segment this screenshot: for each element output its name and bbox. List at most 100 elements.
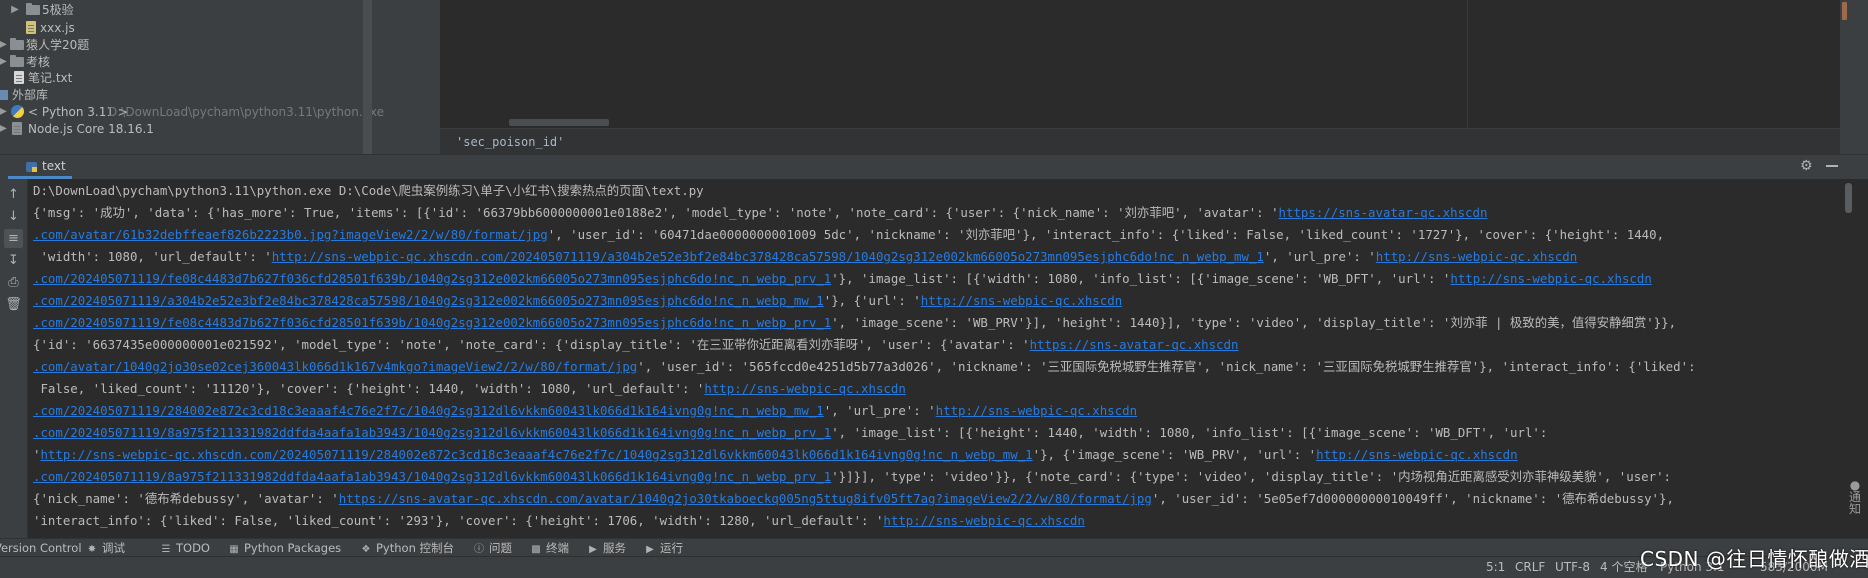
console-text: ', 'image_scene': 'WB_PRV'}], 'height': … [831,315,1677,330]
console-link[interactable]: .com/avatar/1040g2jo30se02cej360043lk066… [33,359,637,374]
tab-run-text[interactable]: text [8,155,72,179]
console-line: .com/avatar/61b32debffeaef826b2223b0.jpg… [33,225,1664,245]
folder-icon [26,3,40,15]
tab-problems[interactable]: ⓘ 问题 [473,540,512,556]
trash-icon[interactable]: 🗑 [4,295,23,314]
console-link[interactable]: https://sns-avatar-qc.xhscdn [1030,337,1239,352]
editor-breadcrumb[interactable]: 'sec_poison_id' [440,128,1868,155]
console-text: ', 'image_list': [{'height': 1440, 'widt… [831,425,1548,440]
console-link[interactable]: http://sns-webpic-qc.xhscdn [936,403,1137,418]
console-line: .com/202405071119/a304b2e52e3bf2e84bc378… [33,291,1122,311]
text-file-icon [14,71,24,84]
tab-label: 终端 [546,541,569,555]
console-link[interactable]: http://sns-webpic-qc.xhscdn [1376,249,1577,264]
file-encoding[interactable]: UTF-8 [1555,559,1590,576]
editor-horizontal-scrollbar[interactable] [509,119,609,126]
console-text: ', 'user_id': '565fccd0e4251d5b77a3d026'… [637,359,1696,374]
tab-terminal[interactable]: ▩ 终端 [530,540,569,556]
console-link[interactable]: http://sns-webpic-qc.xhscdn.com/20240507… [40,447,1032,462]
print-icon[interactable]: ⎙ [4,273,23,292]
tab-label: text [42,159,66,173]
console-link[interactable]: .com/202405071119/8a975f211331982ddfda4a… [33,469,831,484]
tree-item-label: 5极验 [42,3,74,17]
console-scrollbar[interactable]: ● 通知 [1840,179,1868,538]
console-link[interactable]: .com/202405071119/8a975f211331982ddfda4a… [33,425,831,440]
project-tree-panel: ▶ 5极验 xxx.js ▶ 猿人学20题 ▶ 考核 笔记.txt 外部库 ▶ … [0,0,440,154]
tab-run[interactable]: ▶ 运行 [644,540,683,556]
soft-wrap-icon[interactable]: ≡ [4,229,23,248]
console-line: {'msg': '成功', 'data': {'has_more': True,… [33,203,1487,223]
console-link[interactable]: http://sns-webpic-qc.xhscdn [704,381,905,396]
tab-label: Python 控制台 [376,541,455,555]
tab-python-packages[interactable]: ▦ Python Packages [228,540,341,556]
console-text: ', 'user_id': '5e05ef7d00000000010049ff'… [1151,491,1674,506]
console-link[interactable]: http://sns-webpic-qc.xhscdn [1316,447,1517,462]
console-line: {'nick_name': '德布希debussy', 'avatar': 'h… [33,489,1674,509]
line-ending[interactable]: CRLF [1515,559,1545,576]
console-text: {'nick_name': '德布希debussy', 'avatar': ' [33,491,339,506]
console-text: ', 'user_id': '60471dae0000000001009 5dc… [547,227,1665,242]
library-icon [0,90,8,100]
tree-item-5jiyan[interactable]: ▶ 5极验 [0,0,360,20]
nodejs-icon [12,122,22,135]
tab-label: 运行 [660,541,683,555]
console-line: 'width': 1080, 'url_default': 'http://sn… [33,247,1577,267]
tab-services[interactable]: ▶ 服务 [587,540,626,556]
console-link[interactable]: .com/202405071119/fe08c4483d7b627f036cfd… [33,271,831,286]
scroll-to-end-icon[interactable]: ↧ [4,251,23,270]
minimize-icon[interactable] [1826,165,1838,167]
tree-scrollbar[interactable] [363,0,372,154]
error-stripe-marker[interactable] [1842,2,1847,20]
console-text: D:\DownLoad\pycham\python3.11\python.exe… [33,183,704,198]
run-toolbar: ↑ ↓ ≡ ↧ ⎙ 🗑 [0,179,28,538]
csdn-watermark: CSDN @往日情怀酿做酒 [1640,547,1868,571]
console-line: {'id': '6637435e000000001e021592', 'mode… [33,335,1238,355]
tree-item-nodejs-core[interactable]: ▶ Node.js Core 18.16.1 [0,119,360,139]
console-link[interactable]: https://sns-avatar-qc.xhscdn.com/avatar/… [339,491,1152,506]
console-text: 'interact_info': {'liked': False, 'liked… [33,513,884,528]
console-link[interactable]: https://sns-avatar-qc.xhscdn [1279,205,1488,220]
chevron-right-icon[interactable]: ▶ [10,0,20,20]
console-line: .com/202405071119/fe08c4483d7b627f036cfd… [33,269,1652,289]
tab-todo[interactable]: ☰ TODO [160,540,210,556]
console-line: .com/avatar/1040g2jo30se02cej360043lk066… [33,357,1696,377]
console-text: {'id': '6637435e000000001e021592', 'mode… [33,337,1030,352]
breadcrumb-item[interactable]: 'sec_poison_id' [456,129,564,155]
gear-icon[interactable]: ⚙ [1800,158,1813,174]
console-text: '}]}], 'type': 'video'}}, {'note_card': … [831,469,1671,484]
run-window-header: text ⚙ [0,154,1868,180]
console-text: '}, {'image_scene': 'WB_PRV', 'url': ' [1032,447,1317,462]
right-tool-strip [1840,0,1868,154]
tab-python-console[interactable]: ❖ Python 控制台 [360,540,455,556]
chevron-right-icon[interactable]: ▶ [0,119,8,139]
up-arrow-icon[interactable]: ↑ [4,185,23,204]
python-file-icon [26,162,37,172]
down-arrow-icon[interactable]: ↓ [4,207,23,226]
tab-debug[interactable]: ✸ 调试 [86,540,125,556]
console-link[interactable]: http://sns-webpic-qc.xhscdn.com/20240507… [272,249,1264,264]
console-line: False, 'liked_count': '11120'}, 'cover':… [33,379,905,399]
folder-icon [10,55,24,67]
console-line: 'interact_info': {'liked': False, 'liked… [33,511,1085,531]
console-text: ', 'url_pre': ' [823,403,936,418]
tab-label: Version Control [0,541,82,555]
python-icon [11,105,24,118]
right-margin-guide [1467,0,1468,128]
tab-label: TODO [176,541,210,555]
scroll-thumb[interactable] [1845,183,1852,213]
notifications-icon[interactable]: ● 通知 [1848,479,1862,515]
cursor-position[interactable]: 5:1 [1486,559,1505,576]
console-link[interactable]: .com/202405071119/fe08c4483d7b627f036cfd… [33,315,831,330]
bottom-tool-tabs: Version Control ✸ 调试 ☰ TODO ▦ Python Packag… [0,538,1868,557]
console-link[interactable]: http://sns-webpic-qc.xhscdn [921,293,1122,308]
console-link[interactable]: http://sns-webpic-qc.xhscdn [1450,271,1651,286]
tab-version-control[interactable]: Version Control [0,540,82,556]
console-output[interactable]: D:\DownLoad\pycham\python3.11\python.exe… [28,179,1840,538]
console-link[interactable]: .com/202405071119/284002e872c3cd18c3eaaa… [33,403,824,418]
console-line: .com/202405071119/8a975f211331982ddfda4a… [33,467,1671,487]
console-link[interactable]: .com/202405071119/a304b2e52e3bf2e84bc378… [33,293,824,308]
console-link[interactable]: http://sns-webpic-qc.xhscdn [883,513,1084,528]
console-line: .com/202405071119/8a975f211331982ddfda4a… [33,423,1547,443]
console-link[interactable]: .com/avatar/61b32debffeaef826b2223b0.jpg… [33,227,548,242]
js-file-icon [26,21,36,34]
